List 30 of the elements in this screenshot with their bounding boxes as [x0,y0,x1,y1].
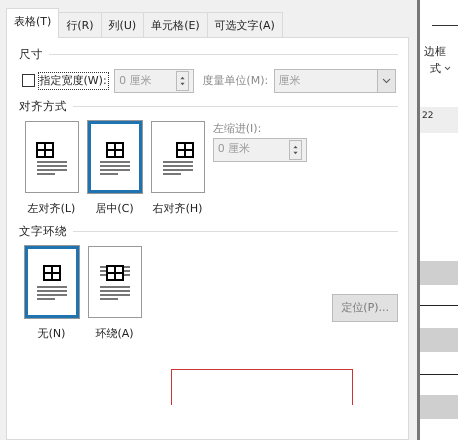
option-label: 左对齐(L) [26,201,76,217]
unit-label: 度量单位(M): [202,72,268,88]
checkbox-icon [22,74,35,88]
spinner-icon [176,70,190,91]
section-title: 对齐方式 [19,98,67,116]
shaded-table-row [420,261,458,285]
option-label: 右对齐(H) [152,201,204,217]
layout-option[interactable] [24,121,78,193]
ribbon-label: 式 [430,60,441,76]
ruler-number: 22 [422,111,434,121]
shaded-table-row [420,395,458,419]
layout-option[interactable] [150,121,204,193]
ribbon-label: 边框 [424,45,446,58]
option-label: 环绕(A) [94,326,135,342]
indent-label: 左缩进(I): [212,121,262,137]
option-label: 无(N) [36,326,66,342]
tab[interactable]: 可选文字(A) [206,12,283,38]
shaded-table-row [420,328,458,352]
option-label: 居中(C) [94,201,135,217]
section-title: 尺寸 [19,46,43,63]
checkbox-label: 指定宽度(W): [38,72,109,90]
layout-option[interactable] [88,121,142,193]
preferred-width-checkbox[interactable]: 指定宽度(W): [22,72,109,90]
spinner-icon [288,140,302,160]
caret-icon [444,66,451,72]
layout-option[interactable] [24,246,78,318]
dropdown-caret-icon [376,70,395,92]
layout-option[interactable] [88,246,142,318]
tab[interactable]: 表格(T) [6,8,60,38]
section-title: 文字环绕 [19,223,67,240]
